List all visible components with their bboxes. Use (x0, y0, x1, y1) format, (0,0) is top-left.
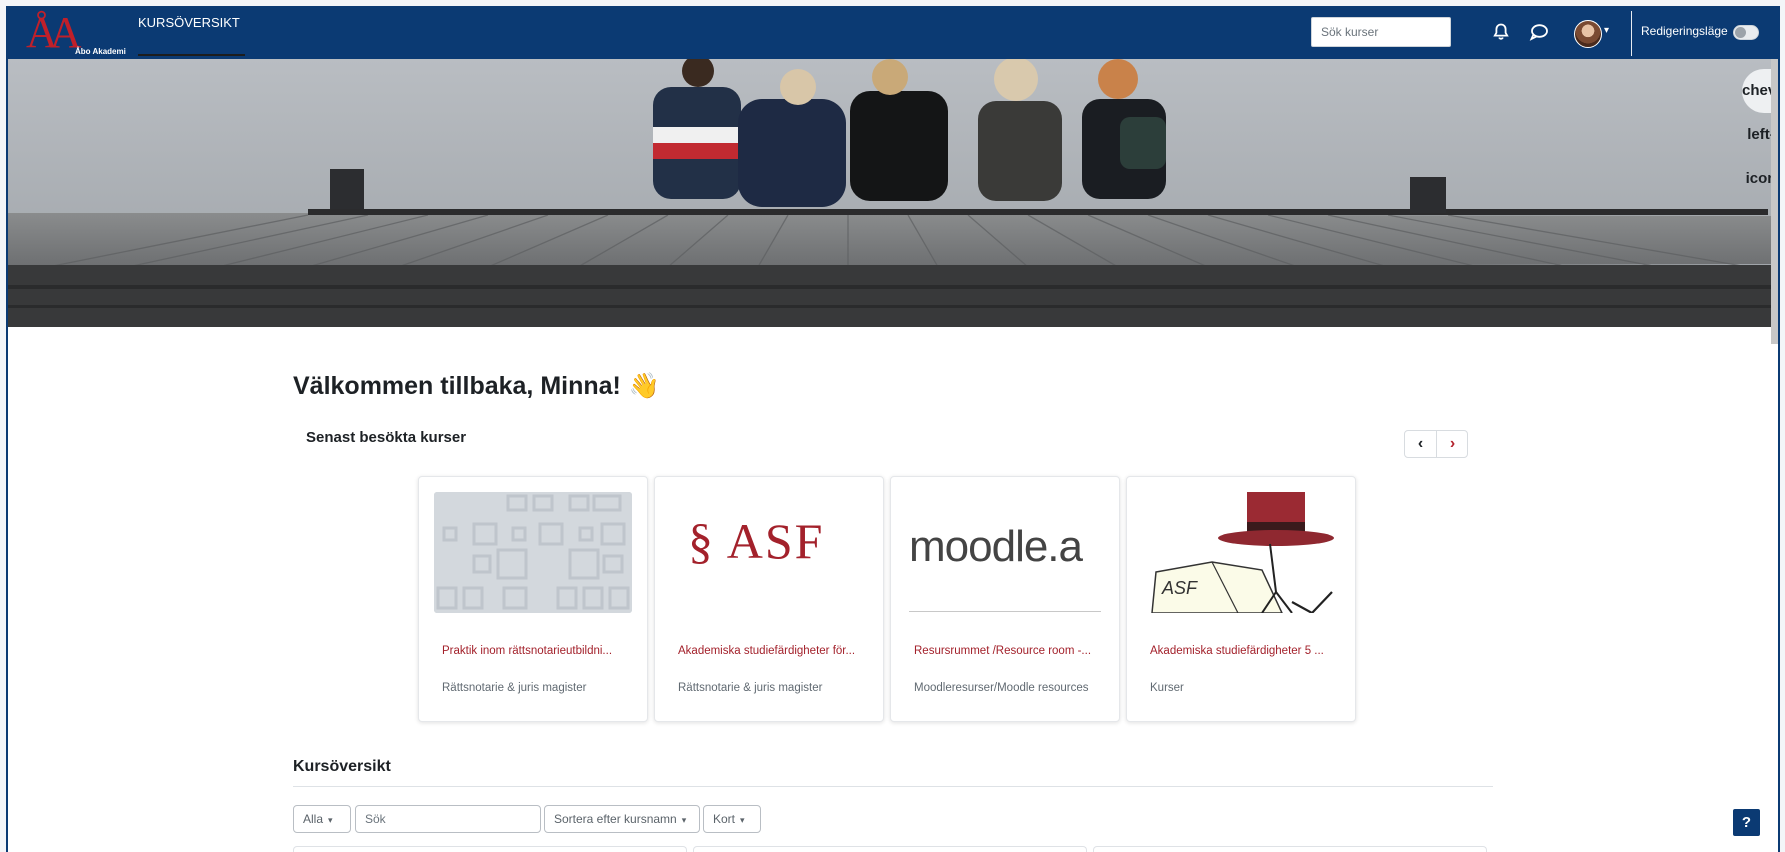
edit-mode-toggle[interactable] (1733, 25, 1759, 40)
course-overview-card[interactable] (1093, 846, 1487, 852)
sort-value: Sortera efter kursnamn (554, 812, 677, 826)
asf-logo-text: § ASF (688, 513, 825, 569)
course-overview-card[interactable] (293, 846, 687, 852)
view-value: Kort (713, 812, 736, 826)
chat-icon[interactable] (1528, 23, 1550, 45)
navbar-divider (1631, 11, 1632, 56)
hero-banner-image (8, 59, 1778, 327)
chevron-down-icon: ▾ (681, 815, 687, 825)
course-title-link[interactable]: Akademiska studiefärdigheter för... (678, 645, 866, 657)
chevron-down-icon: ▾ (328, 815, 333, 825)
sort-dropdown[interactable]: Sortera efter kursnamn ▾ (544, 805, 700, 833)
active-indicator (138, 54, 245, 56)
grouping-value: Alla (303, 812, 324, 826)
image-divider (909, 611, 1101, 612)
course-filter-search-input[interactable] (355, 805, 541, 833)
welcome-text: Välkommen tillbaka, Minna! (293, 372, 621, 400)
course-card[interactable]: § ASF Akademiska studiefärdigheter för..… (654, 476, 884, 722)
chevron-down-icon: ▾ (740, 815, 745, 825)
course-card[interactable]: moodle.a Resursrummet /Resource room -..… (890, 476, 1120, 722)
course-category: Moodleresurser/Moodle resources (914, 682, 1089, 694)
scrollbar[interactable] (1771, 59, 1778, 344)
next-button[interactable]: › (1437, 431, 1468, 457)
help-button[interactable]: ? (1733, 809, 1760, 836)
course-image-asf-hat: ASF (1142, 492, 1340, 613)
divider (293, 786, 1493, 787)
asf-hat-text: ASF (1161, 578, 1198, 598)
course-card[interactable]: ASF Akademiska studiefärdigheter 5 ... K… (1126, 476, 1356, 722)
recent-courses-pager: ‹ › (1404, 430, 1468, 458)
edit-mode-label: Redigeringsläge (1641, 24, 1728, 38)
page-title: Välkommen tillbaka, Minna! 👋 (293, 372, 660, 401)
course-title-link[interactable]: Resursrummet /Resource room -... (914, 645, 1102, 657)
brand-mark: ÅA (26, 8, 81, 57)
browser-page: ÅA Åbo Akademi KURSÖVERSIKT ▾ Redigering… (6, 6, 1780, 852)
course-search-input[interactable] (1311, 17, 1451, 47)
view-dropdown[interactable]: Kort ▾ (703, 805, 761, 833)
previous-button[interactable]: ‹ (1405, 431, 1437, 457)
chevron-down-icon: ▾ (1604, 25, 1610, 36)
toggle-knob (1735, 27, 1746, 38)
bell-icon[interactable] (1490, 23, 1512, 45)
top-navbar: ÅA Åbo Akademi KURSÖVERSIKT ▾ Redigering… (8, 8, 1778, 59)
nav-link-course-overview[interactable]: KURSÖVERSIKT (130, 8, 245, 59)
user-menu[interactable]: ▾ (1574, 18, 1622, 48)
brand-logo[interactable]: ÅA Åbo Akademi (24, 11, 136, 57)
course-category: Kurser (1150, 682, 1184, 694)
nav-link-label: KURSÖVERSIKT (138, 15, 240, 30)
course-title-link[interactable]: Akademiska studiefärdigheter 5 ... (1150, 645, 1338, 657)
avatar (1574, 20, 1602, 48)
course-image-moodle: moodle.a (906, 492, 1104, 613)
course-category: Rättsnotarie & juris magister (442, 682, 587, 694)
course-image-pattern (434, 492, 632, 613)
course-category: Rättsnotarie & juris magister (678, 682, 823, 694)
moodle-logo-text: moodle.a (909, 522, 1083, 571)
course-overview-title: Kursöversikt (293, 758, 391, 775)
recent-courses-title: Senast besökta kurser (306, 429, 467, 446)
wave-icon: 👋 (628, 372, 660, 400)
course-card[interactable]: Praktik inom rättsnotarieutbildni... Rät… (418, 476, 648, 722)
grouping-dropdown[interactable]: Alla ▾ (293, 805, 351, 833)
course-image-asf-logo: § ASF (670, 492, 868, 613)
course-overview-card[interactable] (693, 846, 1087, 852)
brand-name: Åbo Akademi (75, 47, 126, 56)
course-title-link[interactable]: Praktik inom rättsnotarieutbildni... (442, 645, 630, 657)
